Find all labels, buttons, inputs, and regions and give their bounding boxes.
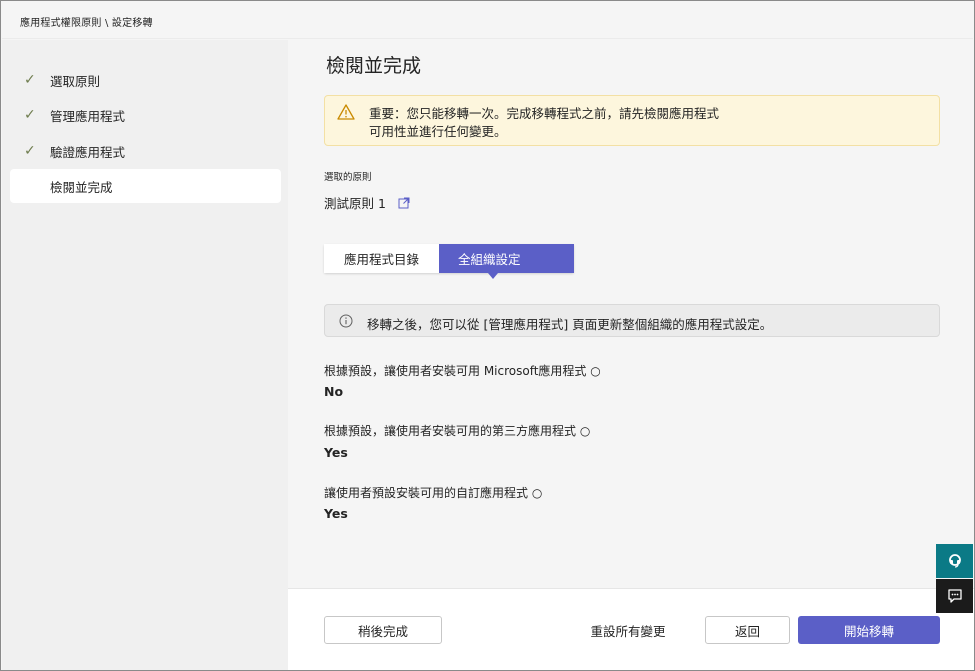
feedback-button[interactable] xyxy=(936,579,973,613)
step-label: 選取原則 xyxy=(50,73,101,89)
warning-line-2: 可用性並進行任何變更。 xyxy=(369,124,507,139)
tab-selected-pointer xyxy=(488,273,498,279)
step-review-finish[interactable]: 檢閱並完成 xyxy=(10,169,281,203)
checkmark-icon: ✓ xyxy=(24,72,36,88)
help-button[interactable] xyxy=(936,544,973,578)
warning-banner: 重要：您只能移轉一次。完成移轉程式之前，請先檢閱應用程式 可用性並進行任何變更。 xyxy=(324,95,940,146)
step-select-policy[interactable]: ✓ 選取原則 xyxy=(10,63,281,97)
warning-line-1: 重要：您只能移轉一次。完成移轉程式之前，請先檢閱應用程式 xyxy=(369,106,720,121)
setting-custom-apps-label: 讓使用者預設安裝可用的自訂應用程式 ○ xyxy=(324,486,543,500)
warning-icon xyxy=(337,104,355,120)
app-window: 應用程式權限原則 \ 設定移轉 ✓ 選取原則 ✓ 管理應用程式 ✓ 驗證應用程式… xyxy=(0,0,975,671)
tab-app-catalog[interactable]: 應用程式目錄 xyxy=(324,244,440,273)
step-label: 驗證應用程式 xyxy=(50,144,126,160)
start-migration-button[interactable]: 開始移轉 xyxy=(798,616,940,644)
info-banner: 移轉之後，您可以從 [管理應用程式] 頁面更新整個組織的應用程式設定。 xyxy=(324,304,940,337)
back-button[interactable]: 返回 xyxy=(705,616,790,644)
setting-third-party-apps-label: 根據預設，讓使用者安裝可用的第三方應用程式 ○ xyxy=(324,424,591,438)
feedback-icon xyxy=(947,589,962,603)
tab-org-wide-settings[interactable]: 全組織設定 xyxy=(439,244,575,273)
help-headset-icon xyxy=(948,554,961,568)
setting-microsoft-apps-value: No xyxy=(324,384,344,399)
checkmark-icon: ✓ xyxy=(24,143,36,159)
step-manage-apps[interactable]: ✓ 管理應用程式 xyxy=(10,98,281,132)
main-content: 檢閱並完成 重要：您只能移轉一次。完成移轉程式之前，請先檢閱應用程式 可用性並進… xyxy=(288,40,974,588)
step-label: 管理應用程式 xyxy=(50,108,126,124)
selected-policy: 測試原則 1 xyxy=(324,193,410,212)
open-external-icon[interactable] xyxy=(398,197,410,209)
finish-later-button[interactable]: 稍後完成 xyxy=(324,616,442,644)
step-verify-apps[interactable]: ✓ 驗證應用程式 xyxy=(10,134,281,168)
reset-all-button[interactable]: 重設所有變更 xyxy=(578,616,678,644)
breadcrumb: 應用程式權限原則 \ 設定移轉 xyxy=(20,18,153,29)
step-label: 檢閱並完成 xyxy=(50,179,113,195)
settings-tabs: 應用程式目錄 全組織設定 xyxy=(324,244,575,273)
setting-third-party-apps-value: Yes xyxy=(324,445,348,460)
setting-microsoft-apps-label: 根據預設，讓使用者安裝可用 Microsoft應用程式 ○ xyxy=(324,364,601,378)
wizard-footer: 稍後完成 重設所有變更 返回 開始移轉 xyxy=(288,588,974,670)
wizard-steps-sidebar: ✓ 選取原則 ✓ 管理應用程式 ✓ 驗證應用程式 檢閱並完成 xyxy=(2,40,288,670)
top-bar: 應用程式權限原則 \ 設定移轉 xyxy=(2,2,973,39)
page-title: 檢閱並完成 xyxy=(326,55,422,77)
checkmark-icon: ✓ xyxy=(24,107,36,123)
warning-text: 重要：您只能移轉一次。完成移轉程式之前，請先檢閱應用程式 可用性並進行任何變更。 xyxy=(369,105,719,141)
selected-policy-label: 選取的原則 xyxy=(324,172,372,183)
setting-custom-apps-value: Yes xyxy=(324,506,348,521)
info-text: 移轉之後，您可以從 [管理應用程式] 頁面更新整個組織的應用程式設定。 xyxy=(367,317,773,332)
selected-policy-name: 測試原則 1 xyxy=(324,196,386,211)
info-icon xyxy=(339,314,353,328)
